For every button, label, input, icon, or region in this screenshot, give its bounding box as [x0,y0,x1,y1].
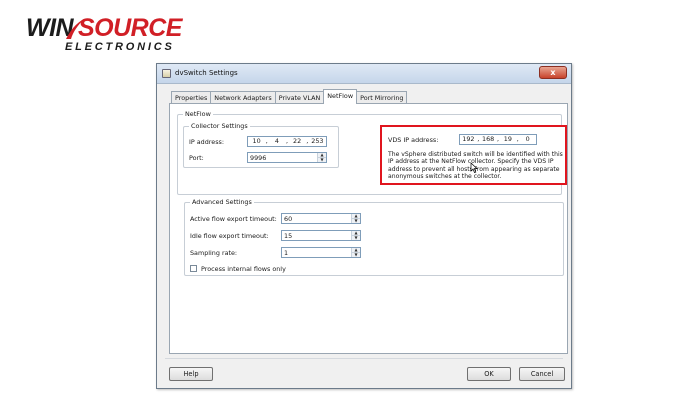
vds-ip-octet-1: 192 [462,135,475,143]
vds-ip-label: VDS IP address: [388,136,439,144]
active-timeout-label: Active flow export timeout: [190,215,277,223]
advanced-settings-legend: Advanced Settings [190,198,254,207]
collector-ip-octet-3: 22 [293,137,302,145]
collector-port-label: Port: [189,154,204,162]
dialog-titlebar[interactable]: dvSwitch Settings x [157,64,571,84]
advanced-settings-group: Advanced Settings Active flow export tim… [184,198,564,276]
winsource-logo: WIN SOURCE ELECTRONICS [26,14,216,58]
collector-ip-octet-4: 253 [311,137,324,145]
collector-port-value: 9996 [250,154,267,162]
logo-source-text: SOURCE [78,14,182,42]
close-button[interactable]: x [539,66,567,79]
collector-ip-octet-2: 4 [274,137,279,145]
idle-timeout-stepper[interactable]: 15 ▲ ▼ [281,230,361,241]
vds-ip-octet-3: 19 [503,135,512,143]
netflow-group: NetFlow Collector Settings IP address: 1… [177,110,567,195]
spin-down-icon[interactable]: ▼ [352,235,360,240]
cancel-button[interactable]: Cancel [519,367,565,381]
vds-ip-octet-2: 168 [482,135,495,143]
idle-timeout-value: 15 [284,232,293,240]
spin-down-icon[interactable]: ▼ [352,218,360,223]
sampling-rate-stepper[interactable]: 1 ▲ ▼ [281,247,361,258]
sampling-rate-value: 1 [284,249,289,257]
netflow-group-legend: NetFlow [183,110,213,119]
dialog-title: dvSwitch Settings [175,69,238,77]
footer-divider [165,358,563,359]
mouse-cursor-icon [470,163,478,173]
active-timeout-value: 60 [284,215,293,223]
tab-netflow[interactable]: NetFlow [323,89,358,104]
collector-settings-legend: Collector Settings [189,122,250,131]
active-timeout-stepper[interactable]: 60 ▲ ▼ [281,213,361,224]
vds-ip-highlight-box: VDS IP address: 192, 168, 19, 0 The vSph… [380,125,567,185]
collector-settings-group: Collector Settings IP address: 10, 4, 22… [183,122,339,168]
dialog-app-icon [162,69,171,78]
vds-ip-octet-4: 0 [525,135,530,143]
netflow-tab-panel: NetFlow Collector Settings IP address: 1… [169,103,568,354]
ok-button[interactable]: OK [467,367,511,381]
sampling-rate-label: Sampling rate: [190,249,238,257]
collector-ip-input[interactable]: 10, 4, 22, 253 [247,136,327,147]
vds-ip-input[interactable]: 192, 168, 19, 0 [459,134,537,145]
close-icon: x [550,68,556,77]
collector-port-stepper[interactable]: 9996 ▲ ▼ [247,152,327,163]
idle-timeout-label: Idle flow export timeout: [190,232,269,240]
tab-strip: Properties Network Adapters Private VLAN… [171,89,408,104]
collector-ip-label: IP address: [189,138,225,146]
process-internal-label[interactable]: Process internal flows only [201,265,286,273]
dvswitch-settings-dialog: dvSwitch Settings x Properties Network A… [156,63,572,389]
collector-ip-octet-1: 10 [252,137,261,145]
spin-down-icon[interactable]: ▼ [318,157,326,162]
spin-down-icon[interactable]: ▼ [352,252,360,257]
process-internal-checkbox[interactable] [190,265,197,272]
help-button[interactable]: Help [169,367,213,381]
logo-subtitle: ELECTRONICS [65,41,175,53]
